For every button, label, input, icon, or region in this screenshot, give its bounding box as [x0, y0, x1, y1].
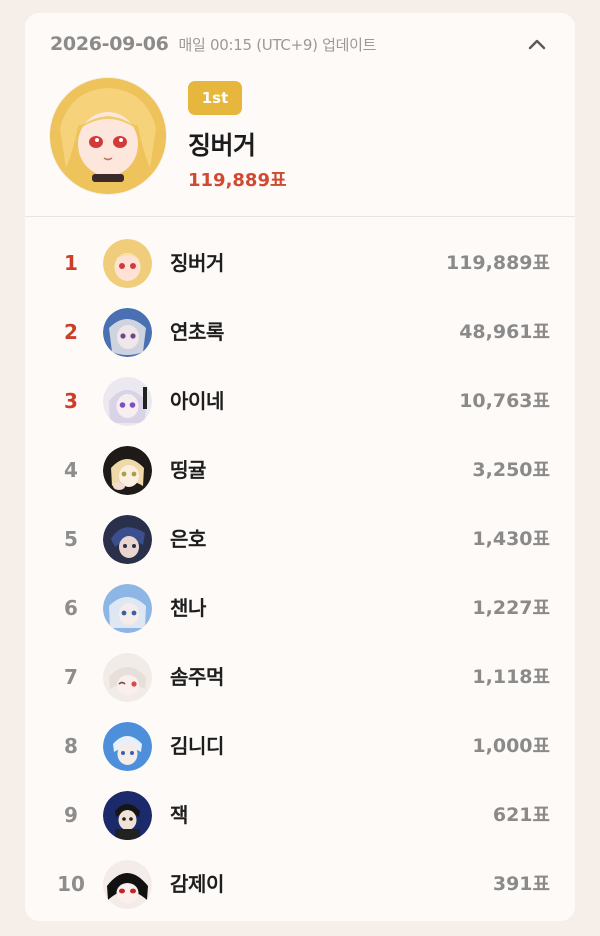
ranker-name: 챈나 [170, 596, 206, 620]
rank-number: 4 [64, 458, 78, 482]
update-schedule-text: 매일 00:15 (UTC+9) 업데이트 [178, 35, 377, 54]
rank-number: 5 [64, 527, 78, 551]
top-ranker-name[interactable]: 징버거 [188, 126, 256, 162]
rank-number: 2 [64, 320, 78, 344]
ranker-name: 김니디 [170, 734, 224, 758]
rank-number: 8 [64, 734, 78, 758]
ranking-row[interactable]: 7 솜주먹 1,118표 [25, 643, 575, 712]
vote-count: 1,227표 [472, 597, 550, 619]
ranking-row[interactable]: 10 감제이 391표 [25, 850, 575, 919]
vote-count: 1,118표 [472, 666, 550, 688]
ranker-name: 아이네 [170, 389, 224, 413]
rank-number: 3 [64, 389, 78, 413]
avatar [103, 791, 152, 840]
top-ranker-avatar[interactable] [50, 78, 166, 194]
rank-number: 6 [64, 596, 78, 620]
ranker-name: 징버거 [170, 251, 224, 275]
ranker-name: 은호 [170, 527, 206, 551]
ranker-name: 잭 [170, 803, 188, 827]
ranker-name: 띵귤 [170, 458, 206, 482]
vote-count: 621표 [492, 804, 550, 826]
ranker-name: 감제이 [170, 872, 224, 896]
first-place-badge: 1st [188, 81, 242, 115]
ranking-header: 2026-09-06 매일 00:15 (UTC+9) 업데이트 [50, 31, 550, 57]
vote-count: 10,763표 [459, 390, 550, 412]
ranker-name: 솜주먹 [170, 665, 224, 689]
avatar [103, 722, 152, 771]
avatar [103, 515, 152, 564]
avatar [103, 308, 152, 357]
vote-count: 391표 [492, 873, 550, 895]
divider [25, 216, 575, 217]
top-ranker-votes: 119,889표 [188, 170, 287, 191]
vote-count: 119,889표 [445, 252, 550, 274]
vote-count: 1,430표 [472, 528, 550, 550]
avatar [103, 377, 152, 426]
ranking-row[interactable]: 4 띵귤 3,250표 [25, 436, 575, 505]
avatar [103, 653, 152, 702]
avatar [103, 239, 152, 288]
ranking-row[interactable]: 2 연초록 48,961표 [25, 298, 575, 367]
vote-count: 3,250표 [472, 459, 550, 481]
ranking-card: 2026-09-06 매일 00:15 (UTC+9) 업데이트 1st 징버거… [25, 13, 575, 921]
ranking-row[interactable]: 9 잭 621표 [25, 781, 575, 850]
ranking-row[interactable]: 6 챈나 1,227표 [25, 574, 575, 643]
vote-count: 48,961표 [459, 321, 550, 343]
ranking-row[interactable]: 1 징버거 119,889표 [25, 229, 575, 298]
ranking-row[interactable]: 5 은호 1,430표 [25, 505, 575, 574]
rank-number: 9 [64, 803, 78, 827]
avatar [103, 860, 152, 909]
rank-number: 1 [64, 251, 78, 275]
rank-number: 10 [57, 872, 85, 896]
avatar [103, 446, 152, 495]
vote-count: 1,000표 [472, 735, 550, 757]
rank-number: 7 [64, 665, 78, 689]
ranking-list: 1 징버거 119,889표 2 연초록 48,961표 3 아이네 10,76… [25, 229, 575, 919]
ranker-name: 연초록 [170, 320, 224, 344]
ranking-row[interactable]: 3 아이네 10,763표 [25, 367, 575, 436]
ranking-date: 2026-09-06 [50, 33, 169, 55]
ranking-row[interactable]: 8 김니디 1,000표 [25, 712, 575, 781]
avatar [103, 584, 152, 633]
chevron-up-icon[interactable] [524, 31, 550, 57]
